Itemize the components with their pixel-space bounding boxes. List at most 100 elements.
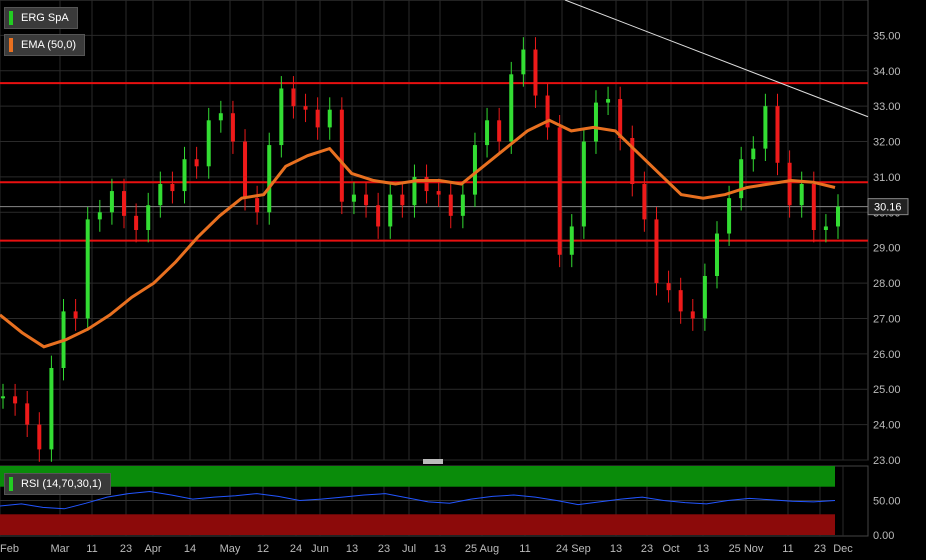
candle-body — [109, 191, 114, 213]
y-tick-label: 23.00 — [873, 455, 901, 467]
x-tick-label: 14 — [184, 543, 196, 555]
candle-body — [315, 109, 320, 128]
candle-body — [666, 283, 671, 291]
candle-body — [787, 162, 792, 206]
price-panel — [0, 0, 869, 461]
legend-rsi-label: RSI (14,70,30,1) — [21, 478, 102, 490]
x-tick-label: 24 — [290, 543, 302, 555]
x-tick-label: 11 — [782, 543, 793, 555]
x-tick-label: 23 — [378, 543, 390, 555]
candle-body — [654, 219, 659, 284]
candle-body — [73, 311, 78, 319]
x-tick-label: Apr — [144, 543, 161, 555]
candle-body — [472, 145, 477, 195]
candle-body — [751, 148, 756, 160]
last-price-label: 30.16 — [874, 202, 902, 214]
x-tick-label: 13 — [346, 543, 358, 555]
y-tick-label: 27.00 — [873, 313, 901, 325]
rsi-tick-label: 50.00 — [873, 496, 901, 508]
candle-body — [485, 120, 490, 146]
candle-body — [146, 205, 151, 230]
candle-body — [255, 198, 260, 213]
x-tick-label: 11 — [86, 543, 97, 555]
x-tick-label: Jul — [402, 543, 416, 555]
candle-body — [364, 194, 369, 206]
candle-body — [690, 311, 695, 319]
candle-body — [618, 99, 623, 138]
x-tick-label: 13 — [610, 543, 622, 555]
candle-body — [581, 141, 586, 227]
candle-body — [702, 276, 707, 319]
candle-body — [158, 184, 163, 206]
candle-body — [13, 396, 18, 404]
x-tick-label: May — [220, 543, 241, 555]
candle-body — [351, 194, 356, 202]
candle-body — [763, 106, 768, 149]
x-tick-label: Oct — [662, 543, 679, 555]
candle-body — [436, 191, 441, 195]
candle-body — [400, 194, 405, 206]
rsi-overbought-band — [0, 466, 835, 487]
x-tick-label: 23 — [120, 543, 132, 555]
legend-main-swatch — [9, 11, 13, 25]
x-tick-label: Jun — [311, 543, 329, 555]
candle-body — [557, 127, 562, 255]
candle-body — [97, 212, 102, 220]
candle-body — [521, 49, 526, 75]
candle-body — [170, 184, 175, 192]
y-tick-label: 28.00 — [873, 278, 901, 290]
x-tick-label: Dec — [833, 543, 853, 555]
candle-body — [25, 403, 30, 425]
candle-body — [37, 424, 42, 450]
rsi-tick-label: 0.00 — [873, 530, 894, 542]
candle-body — [230, 113, 235, 142]
candle-body — [122, 191, 127, 216]
x-tick-label: 13 — [697, 543, 709, 555]
price-chart[interactable]: Feb Mar 11 23 Apr 14 May 12 24 Jun 13 23 Jul 13 25 Aug… — [0, 0, 926, 560]
legend-ema-swatch — [9, 38, 13, 52]
candle-body — [267, 145, 272, 213]
candle-body — [727, 198, 732, 234]
candle-body — [460, 194, 465, 216]
y-tick-label: 25.00 — [873, 384, 901, 396]
candle-body — [678, 290, 683, 312]
legend-rsi: RSI (14,70,30,1) — [4, 473, 111, 495]
x-tick-label: 25 Aug — [465, 543, 499, 555]
candle-body — [182, 159, 187, 192]
candle-body — [739, 159, 744, 199]
candle-body — [49, 368, 54, 450]
y-tick-label: 34.00 — [873, 66, 901, 78]
y-tick-label: 33.00 — [873, 101, 901, 113]
candle-body — [291, 88, 296, 107]
legend-main-label: ERG SpA — [21, 12, 69, 24]
candle-body — [606, 99, 611, 103]
x-tick-label: Feb — [0, 543, 19, 555]
candle-body — [775, 106, 780, 163]
candle-body — [497, 120, 502, 142]
legend-ema-label: EMA (50,0) — [21, 39, 77, 51]
x-tick-label: 23 — [814, 543, 826, 555]
x-tick-label: 24 — [556, 543, 568, 555]
candle-body — [243, 141, 248, 199]
candle-body — [194, 159, 199, 167]
candle-body — [85, 219, 90, 319]
candle-body — [509, 74, 514, 142]
x-tick-label: 25 Nov — [729, 543, 764, 555]
y-tick-label: 24.00 — [873, 420, 901, 432]
candle-body — [799, 184, 804, 206]
rsi-oversold-band — [0, 514, 835, 535]
candle-body — [533, 49, 538, 96]
candle-body — [1, 396, 5, 399]
x-tick-label: 11 — [519, 543, 530, 555]
x-tick-label: 12 — [257, 543, 269, 555]
candle-body — [714, 233, 719, 276]
x-tick-label: 23 — [641, 543, 653, 555]
candle-body — [279, 88, 284, 146]
x-tick-label: Mar — [51, 543, 70, 555]
candle-body — [206, 120, 211, 167]
candle-body — [218, 113, 223, 121]
candle-body — [388, 194, 393, 227]
candle-body — [823, 226, 828, 230]
y-tick-label: 32.00 — [873, 137, 901, 149]
panel-splitter-handle — [423, 459, 443, 464]
